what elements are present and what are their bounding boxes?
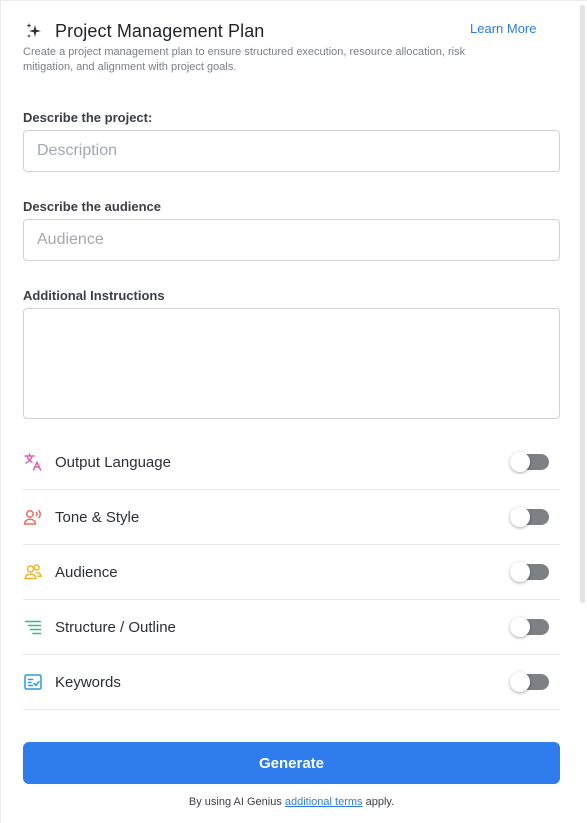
option-output-language[interactable]: Output Language [23,435,560,490]
toggle-knob [510,672,530,692]
sparkle-icon [26,23,41,38]
keywords-toggle[interactable] [510,672,549,692]
audience-toggle[interactable] [510,562,549,582]
additional-instructions-textarea[interactable] [23,308,560,419]
footer-prefix: By using AI Genius [188,796,285,808]
project-plan-panel: Project Management Plan Create a project… [0,0,587,823]
page-title: Project Management Plan [55,20,265,41]
scrollbar[interactable] [580,5,585,603]
footer-suffix: apply. [362,796,395,808]
audience-input[interactable] [23,219,560,261]
option-label: Audience [55,563,118,581]
list-outline-icon [23,617,43,637]
keyword-checklist-icon [23,672,43,692]
page-description: Create a project management plan to ensu… [23,46,466,73]
output-language-toggle[interactable] [510,452,549,472]
learn-more-link[interactable]: Learn More [470,21,536,36]
option-keywords[interactable]: Keywords [23,655,560,710]
option-label: Structure / Outline [55,618,176,636]
structure-outline-toggle[interactable] [510,617,549,637]
translate-icon [23,452,43,472]
toggle-knob [510,617,530,637]
option-tone-style[interactable]: Tone & Style [23,490,560,545]
project-label: Describe the project: [23,110,153,125]
option-label: Keywords [55,673,121,691]
voice-person-icon [23,507,43,527]
option-audience[interactable]: Audience [23,545,560,600]
option-label: Tone & Style [55,508,140,526]
terms-footer: By using AI Genius additional terms appl… [1,796,582,808]
users-icon [23,562,43,582]
option-label: Output Language [55,453,171,471]
option-structure-outline[interactable]: Structure / Outline [23,600,560,655]
tone-style-toggle[interactable] [510,507,549,527]
generate-button[interactable]: Generate [23,742,560,784]
toggle-knob [510,452,530,472]
toggle-knob [510,562,530,582]
toggle-knob [510,507,530,527]
instructions-label: Additional Instructions [23,288,165,303]
project-description-input[interactable] [23,130,560,172]
audience-label: Describe the audience [23,199,161,214]
additional-terms-link[interactable]: additional terms [285,796,363,808]
